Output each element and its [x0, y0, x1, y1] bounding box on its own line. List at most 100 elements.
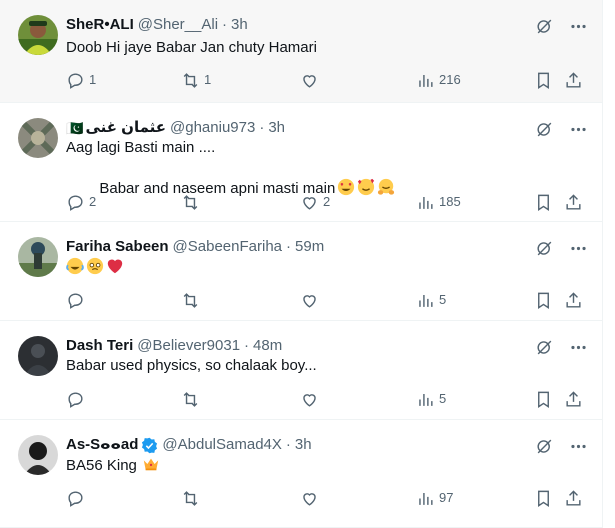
like-button[interactable]: 2: [300, 192, 330, 212]
timestamp[interactable]: 3h: [268, 118, 285, 138]
like-button[interactable]: [300, 488, 323, 508]
share-button[interactable]: [564, 389, 583, 409]
tweet[interactable]: 🇵🇰 عثمان غنی @ghaniu973 · 3h Aag lagi Ba…: [0, 103, 602, 222]
bookmark-button[interactable]: [534, 290, 553, 310]
timestamp[interactable]: 3h: [231, 15, 248, 35]
grok-icon[interactable]: [530, 436, 558, 456]
views-icon: [419, 492, 433, 505]
bookmark-button[interactable]: [534, 389, 553, 409]
share-button[interactable]: [564, 488, 583, 508]
share-icon: [566, 390, 581, 407]
views-button[interactable]: 5: [416, 290, 446, 310]
tweet[interactable]: SheR•ALI @Sher__Ali · 3h Doob Hi jaye Ba…: [0, 0, 602, 103]
bookmark-button[interactable]: [534, 70, 553, 90]
tweet[interactable]: Dash Teri @Believer9031 · 48m Babar used…: [0, 321, 602, 420]
reply-icon: [68, 490, 83, 507]
avatar[interactable]: [18, 435, 58, 475]
timestamp[interactable]: 59m: [295, 237, 324, 257]
separator-dot: ·: [244, 337, 250, 354]
reply-button[interactable]: [66, 389, 89, 409]
views-button[interactable]: 5: [416, 389, 446, 409]
holding-back-tears-emoji: [86, 257, 104, 275]
separator-dot: ·: [286, 238, 292, 255]
views-count: 97: [439, 490, 454, 505]
display-name[interactable]: SheR•ALI: [66, 15, 134, 35]
retweet-icon: [183, 490, 198, 506]
views-icon: [419, 294, 433, 307]
user-handle[interactable]: @SabeenFariha: [173, 237, 282, 257]
user-handle[interactable]: @ghaniu973: [170, 118, 255, 138]
share-button[interactable]: [564, 290, 583, 310]
avatar[interactable]: [18, 118, 58, 158]
tweet-text-container: BA56 King: [66, 455, 160, 476]
heart-icon: [303, 393, 316, 407]
share-button[interactable]: [564, 192, 583, 212]
retweet-icon: [183, 194, 198, 210]
verified-badge-icon: [142, 437, 158, 453]
more-options-icon[interactable]: [564, 238, 592, 258]
retweet-button[interactable]: [181, 192, 204, 212]
like-button[interactable]: [300, 70, 323, 90]
tweet-text: [66, 257, 124, 278]
reply-button[interactable]: 2: [66, 192, 96, 212]
grok-icon[interactable]: [530, 119, 558, 139]
user-handle[interactable]: @Sher__Ali: [138, 15, 218, 35]
tweet[interactable]: As-Sⴰⴰad @AbdulSamad4X · 3h BA56 King 97: [0, 420, 602, 528]
more-options-icon[interactable]: [564, 119, 592, 139]
separator-dot: ·: [222, 16, 228, 33]
like-count: 2: [323, 194, 331, 209]
grok-icon[interactable]: [530, 16, 558, 36]
share-button[interactable]: [564, 70, 583, 90]
red-heart-emoji: [107, 259, 123, 274]
like-button[interactable]: [300, 389, 323, 409]
retweet-button[interactable]: 1: [181, 70, 211, 90]
heart-icon: [303, 492, 316, 506]
avatar[interactable]: [18, 237, 58, 277]
bookmark-icon: [538, 490, 549, 507]
tweet[interactable]: Fariha Sabeen @SabeenFariha · 59m 5: [0, 222, 602, 321]
more-options-icon[interactable]: [564, 436, 592, 456]
reply-icon: [68, 72, 83, 89]
like-button[interactable]: [300, 290, 323, 310]
views-icon: [419, 393, 433, 406]
avatar[interactable]: [18, 336, 58, 376]
more-options-icon[interactable]: [564, 337, 592, 357]
bookmark-icon: [538, 292, 549, 309]
bookmark-button[interactable]: [534, 488, 553, 508]
retweet-button[interactable]: [181, 290, 204, 310]
share-icon: [566, 193, 581, 210]
avatar[interactable]: [18, 15, 58, 55]
views-button[interactable]: 216: [416, 70, 461, 90]
reply-button[interactable]: [66, 290, 89, 310]
user-handle[interactable]: @Believer9031: [137, 336, 240, 356]
bookmark-icon: [538, 194, 549, 211]
retweet-button[interactable]: [181, 488, 204, 508]
timeline: SheR•ALI @Sher__Ali · 3h Doob Hi jaye Ba…: [0, 0, 603, 528]
timestamp[interactable]: 3h: [295, 435, 312, 455]
bookmark-icon: [538, 391, 549, 408]
grok-icon[interactable]: [530, 238, 558, 258]
reply-icon: [68, 391, 83, 408]
retweet-icon: [183, 292, 198, 308]
action-bar: 5: [66, 290, 592, 310]
share-icon: [566, 291, 581, 308]
views-button[interactable]: 97: [416, 488, 453, 508]
retweet-icon: [183, 391, 198, 407]
display-name[interactable]: Dash Teri: [66, 336, 133, 356]
tweet-text: Aag lagi Basti main ....: [66, 139, 216, 156]
bookmark-icon: [538, 72, 549, 89]
more-options-icon[interactable]: [564, 16, 592, 36]
bookmark-button[interactable]: [534, 192, 553, 212]
display-name[interactable]: عثمان غنی: [85, 118, 166, 138]
crown-emoji: [143, 458, 159, 471]
display-name[interactable]: Fariha Sabeen: [66, 237, 169, 257]
views-count: 216: [439, 72, 461, 87]
retweet-button[interactable]: [181, 389, 204, 409]
views-button[interactable]: 185: [416, 192, 461, 212]
grok-icon[interactable]: [530, 337, 558, 357]
display-name[interactable]: As-Sⴰⴰad: [66, 435, 138, 455]
timestamp[interactable]: 48m: [253, 336, 282, 356]
reply-button[interactable]: 1: [66, 70, 96, 90]
reply-button[interactable]: [66, 488, 89, 508]
user-handle[interactable]: @AbdulSamad4X: [162, 435, 281, 455]
